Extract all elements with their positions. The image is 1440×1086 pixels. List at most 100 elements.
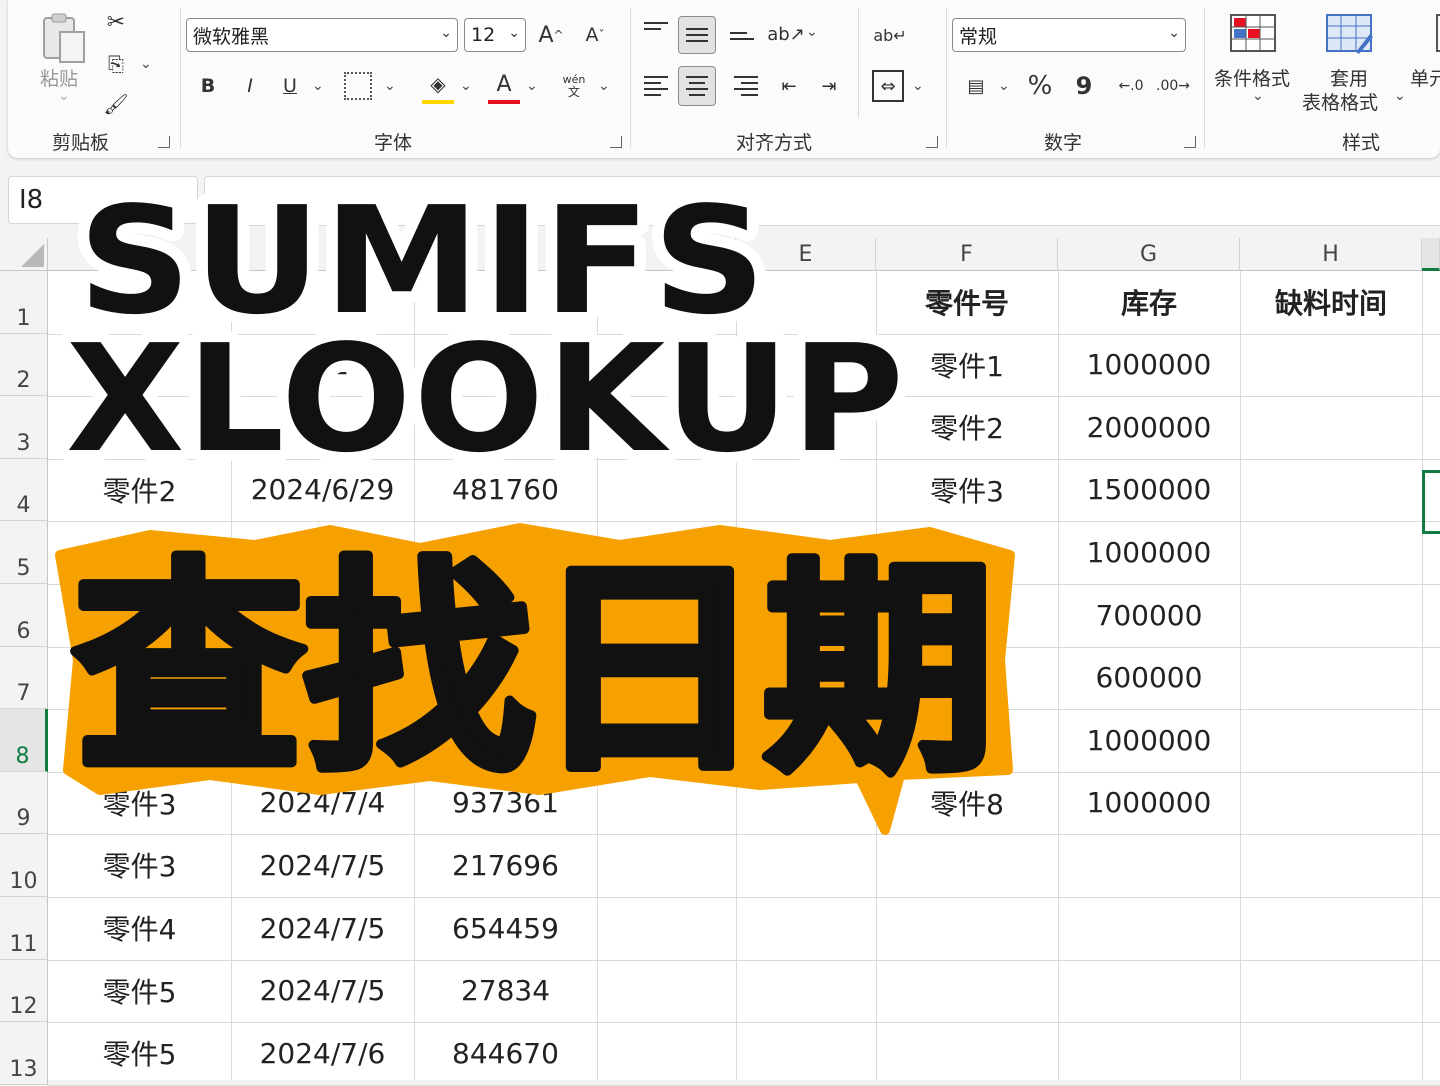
- column-header-h[interactable]: H: [1240, 238, 1422, 271]
- copy-icon[interactable]: ⎘: [100, 48, 132, 80]
- orientation-icon[interactable]: ab↗: [767, 18, 805, 50]
- align-right-icon[interactable]: [734, 72, 758, 100]
- cell-date[interactable]: 2024/7/6: [231, 1022, 414, 1084]
- cell-part-number[interactable]: 4: [876, 521, 1058, 583]
- align-center-button[interactable]: [678, 66, 716, 106]
- row-header-3[interactable]: 3: [0, 396, 48, 459]
- cell-part[interactable]: 零件4: [48, 897, 231, 959]
- align-top-icon[interactable]: [644, 18, 668, 34]
- cell-shortage-time[interactable]: [1240, 709, 1422, 771]
- paste-dropdown-icon[interactable]: ⌄: [58, 88, 70, 104]
- comma-style-button[interactable]: 9: [1068, 70, 1100, 102]
- copy-dropdown-icon[interactable]: ⌄: [140, 56, 152, 72]
- cell-part-number[interactable]: [876, 709, 1058, 771]
- cell-date[interactable]: 2024/7/5: [231, 960, 414, 1022]
- cell-date[interactable]: 2024/7/4: [231, 772, 414, 834]
- font-name-combobox[interactable]: 微软雅黑 ⌄: [186, 18, 458, 52]
- format-as-table-icon[interactable]: [1326, 14, 1374, 54]
- cell-stock[interactable]: 1000000: [1058, 709, 1240, 771]
- merge-dropdown-icon[interactable]: ⌄: [912, 78, 924, 94]
- format-as-table-line1[interactable]: 套用: [1330, 64, 1368, 91]
- cut-icon[interactable]: ✂: [100, 6, 132, 38]
- cell-part[interactable]: 零件5: [48, 960, 231, 1022]
- increase-font-size-icon[interactable]: A ^: [534, 18, 568, 52]
- fill-color-dropdown-icon[interactable]: ⌄: [460, 78, 472, 94]
- cell-shortage-time[interactable]: [1240, 396, 1422, 458]
- row-header-7[interactable]: 7: [0, 646, 48, 710]
- column-header-e[interactable]: E: [736, 238, 876, 271]
- cell-quantity[interactable]: 61: [414, 584, 597, 646]
- underline-button[interactable]: U: [274, 70, 306, 102]
- column-header-i[interactable]: [1422, 238, 1440, 271]
- formula-input[interactable]: [204, 176, 1440, 226]
- column-header-b[interactable]: [231, 238, 414, 271]
- phonetic-icon[interactable]: wén 文: [558, 68, 590, 104]
- cell-part[interactable]: 零件2: [48, 459, 231, 521]
- row-header-2[interactable]: 2: [0, 333, 48, 397]
- align-left-icon[interactable]: [644, 72, 668, 100]
- cell-part-number[interactable]: 零件3: [876, 459, 1058, 521]
- cell-part-number[interactable]: 零件1: [876, 334, 1058, 396]
- cell-quantity[interactable]: 217696: [414, 834, 597, 896]
- orientation-dropdown-icon[interactable]: ⌄: [806, 24, 818, 40]
- header-stock[interactable]: 库存: [1058, 271, 1240, 333]
- merge-center-icon[interactable]: ⇔: [872, 70, 904, 102]
- borders-icon[interactable]: [344, 72, 372, 100]
- row-header-6[interactable]: 6: [0, 584, 48, 647]
- row-header-4[interactable]: 4: [0, 458, 48, 522]
- cell-quantity[interactable]: 31: [414, 709, 597, 771]
- row-header-5[interactable]: 5: [0, 521, 48, 584]
- column-header-a[interactable]: [48, 238, 231, 271]
- cell-stock[interactable]: 1000000: [1058, 772, 1240, 834]
- row-header-1[interactable]: 1: [0, 271, 48, 334]
- cell-stock[interactable]: 2000000: [1058, 396, 1240, 458]
- clipboard-launcher-icon[interactable]: [158, 136, 170, 148]
- select-all-corner[interactable]: [0, 238, 48, 271]
- cell-part[interactable]: 零件3: [48, 834, 231, 896]
- cell-part-number[interactable]: [876, 647, 1058, 709]
- cell-date[interactable]: 202: [231, 647, 414, 709]
- cell-part-number[interactable]: [876, 584, 1058, 646]
- column-header-g[interactable]: G: [1058, 238, 1240, 271]
- accounting-dropdown-icon[interactable]: ⌄: [998, 78, 1010, 94]
- cell-quantity[interactable]: 654459: [414, 897, 597, 959]
- decrease-decimal-icon[interactable]: .00→: [1156, 70, 1190, 102]
- column-header-f[interactable]: F: [876, 238, 1058, 271]
- cell-stock[interactable]: 1500000: [1058, 459, 1240, 521]
- cell-quantity[interactable]: 27834: [414, 960, 597, 1022]
- cell-part[interactable]: 零件3: [48, 772, 231, 834]
- alignment-launcher-icon[interactable]: [926, 136, 938, 148]
- cell-stock[interactable]: 1000000: [1058, 334, 1240, 396]
- worksheet-grid[interactable]: E F G H 1 2 3 4 5 6 7 8 9 10 11 12 13 202 零件2 2024/6/2…: [0, 238, 1440, 1086]
- name-box[interactable]: I8: [8, 176, 198, 224]
- font-color-icon[interactable]: A: [488, 68, 520, 104]
- cell-styles-icon[interactable]: [1436, 14, 1440, 52]
- font-launcher-icon[interactable]: [610, 136, 622, 148]
- cell-shortage-time[interactable]: [1240, 334, 1422, 396]
- row-header-10[interactable]: 10: [0, 834, 48, 897]
- cell-shortage-time[interactable]: [1240, 459, 1422, 521]
- cell-shortage-time[interactable]: [1240, 521, 1422, 583]
- increase-indent-icon[interactable]: ⇥: [814, 70, 844, 102]
- paste-button[interactable]: 粘贴: [40, 64, 78, 91]
- percent-button[interactable]: %: [1024, 70, 1056, 102]
- accounting-format-icon[interactable]: ▤: [960, 70, 992, 102]
- cell-shortage-time[interactable]: [1240, 772, 1422, 834]
- cell-stock[interactable]: 600000: [1058, 647, 1240, 709]
- italic-button[interactable]: I: [234, 70, 266, 102]
- cell-date[interactable]: 2024/7/5: [231, 834, 414, 896]
- cell-shortage-time[interactable]: [1240, 647, 1422, 709]
- conditional-formatting-dropdown-icon[interactable]: ⌄: [1252, 88, 1264, 104]
- conditional-formatting-button[interactable]: 条件格式: [1214, 64, 1290, 91]
- cell-date[interactable]: 202: [231, 334, 414, 396]
- cell-part-number[interactable]: 零件2: [876, 396, 1058, 458]
- increase-decimal-icon[interactable]: ←.0: [1114, 70, 1148, 102]
- row-header-13[interactable]: 13: [0, 1022, 48, 1085]
- header-part-number[interactable]: 零件号: [876, 271, 1058, 333]
- font-color-dropdown-icon[interactable]: ⌄: [526, 78, 538, 94]
- header-shortage-time[interactable]: 缺料时间: [1240, 271, 1422, 333]
- cell-shortage-time[interactable]: [1240, 584, 1422, 646]
- underline-dropdown-icon[interactable]: ⌄: [312, 78, 324, 94]
- paste-icon[interactable]: [40, 10, 88, 64]
- bold-button[interactable]: B: [192, 70, 224, 102]
